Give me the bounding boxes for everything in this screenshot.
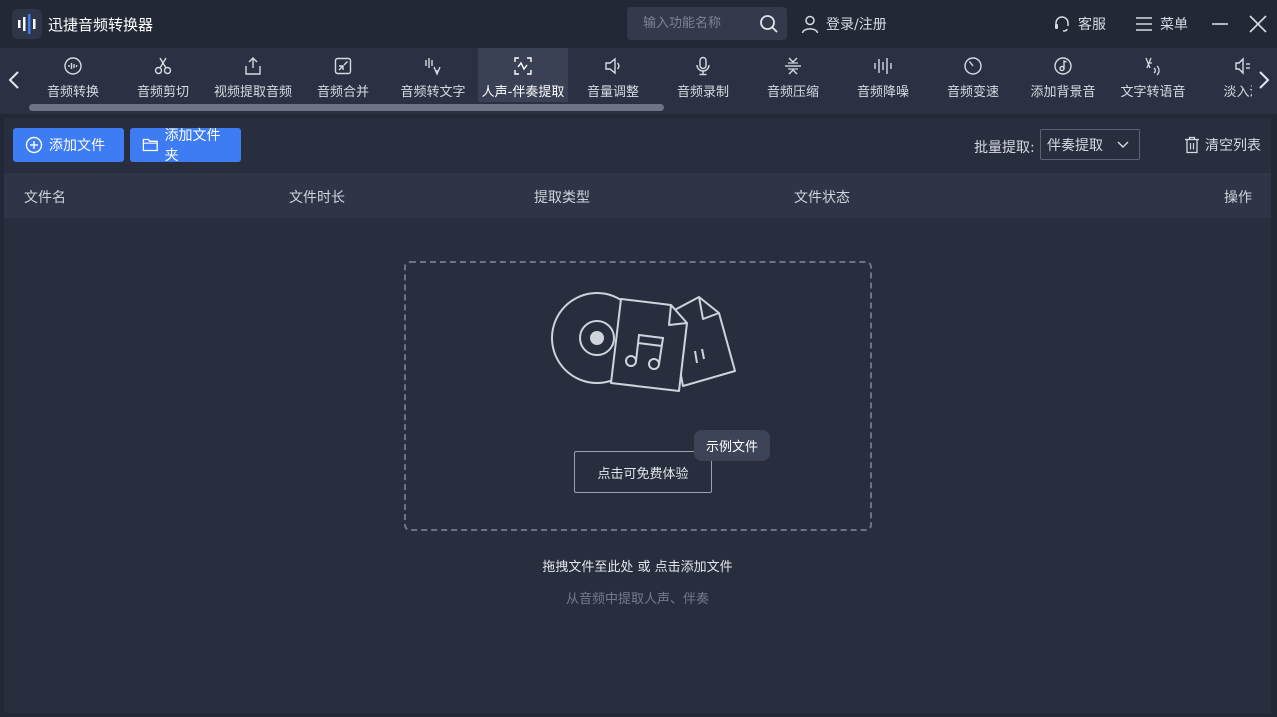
minimize-icon[interactable]: [1208, 12, 1232, 36]
login-button[interactable]: 登录/注册: [800, 12, 887, 36]
audio-text-icon: [425, 58, 441, 76]
tool-volume-adjust[interactable]: 音量调整: [568, 48, 658, 102]
tool-bar: 音频转换 音频剪切 视频提取音频 音频合并 音频转文字 人声-伴奏提取 音量调整…: [0, 48, 1277, 114]
close-icon[interactable]: [1246, 12, 1270, 36]
voice-extract-icon: [514, 57, 532, 75]
tool-text-to-speech[interactable]: 文字转语音: [1108, 48, 1198, 102]
tool-label: 淡入淡: [1223, 85, 1252, 100]
free-trial-button[interactable]: 点击可免费体验: [574, 451, 712, 493]
column-header-extract-type: 提取类型: [534, 190, 590, 206]
tool-audio-denoise[interactable]: 音频降噪: [838, 48, 928, 102]
tool-label: 文字转语音: [1120, 85, 1186, 100]
table-header: 文件名 文件时长 提取类型 文件状态 操作: [4, 173, 1271, 218]
batch-extract-value: 伴奏提取: [1047, 137, 1103, 154]
tool-fade-in-out[interactable]: 淡入淡: [1198, 48, 1252, 102]
main-panel: 添加文件 添加文件夹 批量提取: 伴奏提取 清空列表 文件名 文件时长 提取类型…: [4, 118, 1271, 713]
tool-label: 音频合并: [316, 85, 369, 100]
search-input[interactable]: [627, 7, 755, 40]
tool-label: 人声-伴奏提取: [481, 85, 565, 100]
function-search[interactable]: [627, 7, 787, 40]
column-header-status: 文件状态: [794, 190, 850, 206]
column-header-duration: 文件时长: [289, 190, 345, 206]
add-file-label: 添加文件: [49, 138, 105, 154]
scissors-icon: [154, 57, 172, 75]
merge-arrows-icon: [334, 57, 352, 75]
tool-label: 音频转换: [46, 85, 99, 100]
audio-files-illustration: [551, 292, 736, 392]
chevron-left-icon[interactable]: [6, 68, 22, 92]
tool-audio-convert[interactable]: 音频转换: [28, 48, 118, 102]
tool-label: 音频录制: [676, 85, 729, 100]
compress-icon: [785, 57, 801, 75]
headset-icon: [1055, 16, 1069, 32]
tool-add-background-music[interactable]: 添加背景音: [1018, 48, 1108, 102]
add-file-button[interactable]: 添加文件: [13, 128, 124, 162]
sample-file-tag[interactable]: 示例文件: [694, 430, 770, 461]
fade-icon: [1235, 57, 1250, 75]
tool-voice-accompaniment-extract[interactable]: 人声-伴奏提取: [478, 48, 568, 102]
service-label: 客服: [1078, 17, 1106, 33]
trash-icon: [1185, 136, 1199, 154]
tool-label: 音频变速: [946, 85, 999, 100]
tool-label: 音量调整: [586, 85, 639, 100]
folder-icon: [142, 138, 158, 152]
upload-share-icon: [245, 57, 261, 75]
tool-label: 音频转文字: [400, 85, 466, 100]
tool-label: 添加背景音: [1030, 85, 1096, 100]
title-bar: 迅捷音频转换器 登录/注册 客服 菜单: [0, 0, 1277, 48]
tool-label: 视频提取音频: [213, 85, 292, 100]
menu-label: 菜单: [1160, 17, 1188, 33]
tool-label: 音频压缩: [766, 85, 819, 100]
tool-video-extract-audio[interactable]: 视频提取音频: [208, 48, 298, 102]
chevron-right-icon[interactable]: [1256, 68, 1272, 92]
file-drop-zone[interactable]: 点击可免费体验 示例文件: [404, 261, 872, 531]
hamburger-menu-icon: [1136, 17, 1152, 31]
clear-list-label: 清空列表: [1205, 138, 1261, 154]
add-folder-label: 添加文件夹: [164, 128, 221, 164]
tool-label: 音频剪切: [136, 85, 189, 100]
app-title: 迅捷音频转换器: [48, 16, 154, 34]
plus-circle-icon: [25, 136, 43, 154]
speedometer-icon: [964, 57, 982, 75]
tool-audio-compress[interactable]: 音频压缩: [748, 48, 838, 102]
drop-subtitle-text: 从音频中提取人声、伴奏: [565, 592, 709, 607]
chevron-down-icon: [1117, 141, 1129, 148]
text-speech-icon: [1145, 57, 1160, 76]
user-icon: [801, 15, 819, 34]
add-folder-button[interactable]: 添加文件夹: [130, 128, 241, 164]
app-logo-icon: [12, 9, 42, 39]
tool-audio-merge[interactable]: 音频合并: [298, 48, 388, 102]
customer-service-button[interactable]: 客服: [1052, 12, 1106, 36]
tool-audio-cut[interactable]: 音频剪切: [118, 48, 208, 102]
tool-audio-speed[interactable]: 音频变速: [928, 48, 1018, 102]
login-label: 登录/注册: [826, 17, 887, 33]
column-header-actions: 操作: [1224, 190, 1252, 206]
column-header-filename: 文件名: [24, 190, 66, 206]
batch-extract-select[interactable]: 伴奏提取: [1040, 129, 1140, 160]
microphone-icon: [696, 56, 710, 76]
tool-scrollbar[interactable]: [29, 104, 664, 111]
clear-list-button[interactable]: 清空列表: [1184, 135, 1261, 155]
music-note-icon: [1054, 57, 1072, 75]
waveform-icon: [874, 58, 892, 74]
audio-convert-icon: [64, 57, 82, 75]
tool-audio-to-text[interactable]: 音频转文字: [388, 48, 478, 102]
speaker-icon: [605, 57, 620, 75]
menu-button[interactable]: 菜单: [1134, 12, 1188, 36]
search-icon[interactable]: [759, 14, 779, 34]
tool-audio-record[interactable]: 音频录制: [658, 48, 748, 102]
tool-label: 音频降噪: [856, 85, 909, 100]
drop-hint-text: 拖拽文件至此处 或 点击添加文件: [542, 560, 733, 575]
batch-extract-label: 批量提取:: [974, 140, 1035, 156]
